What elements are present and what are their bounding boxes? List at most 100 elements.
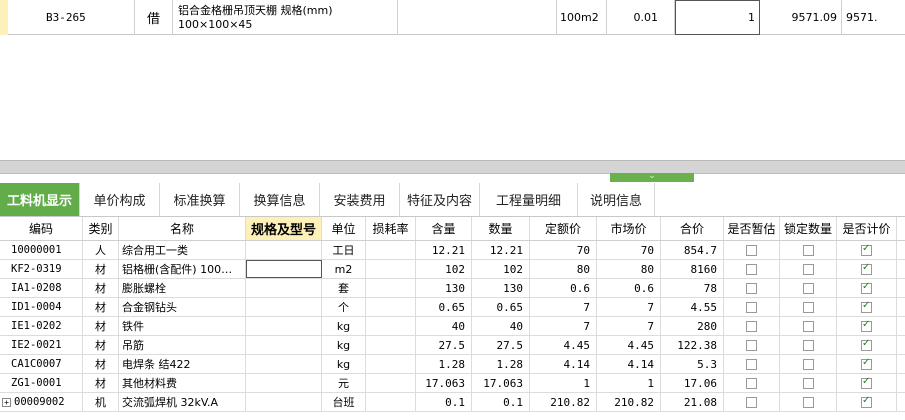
col-quota-price[interactable]: 7: [530, 298, 597, 316]
col-market-price[interactable]: 0.6: [597, 279, 661, 297]
col-spec-header[interactable]: 规格及型号: [246, 217, 322, 240]
col-name[interactable]: 电焊条 结422: [119, 355, 246, 373]
col-lock-qty[interactable]: [780, 260, 837, 278]
col-loss-rate[interactable]: [366, 317, 416, 335]
col-total[interactable]: 854.7: [661, 241, 724, 259]
table-row[interactable]: IE2-0021 材吊筋 kg 27.5 27.5 4.45 4.45 122.38: [0, 336, 905, 355]
col-quantity[interactable]: 0.1: [472, 393, 530, 411]
item-code[interactable]: B3-265: [8, 0, 135, 35]
checkbox-checked[interactable]: [861, 300, 872, 313]
col-is-estimate[interactable]: [724, 241, 780, 259]
col-content[interactable]: 130: [416, 279, 472, 297]
col-is-estimate-header[interactable]: 是否暂估: [724, 217, 780, 240]
col-spec[interactable]: [246, 393, 322, 411]
col-lock-qty[interactable]: [780, 241, 837, 259]
col-lock-qty[interactable]: [780, 317, 837, 335]
col-lock-qty[interactable]: [780, 298, 837, 316]
checkbox-unchecked[interactable]: [746, 263, 757, 275]
col-is-estimate[interactable]: [724, 260, 780, 278]
table-row[interactable]: ID1-0004 材合金钢钻头个 0.65 0.65 7 7 4.55: [0, 298, 905, 317]
col-extra-header[interactable]: 原: [897, 217, 905, 240]
col-content[interactable]: 12.21: [416, 241, 472, 259]
col-is-estimate[interactable]: [724, 336, 780, 354]
col-total-header[interactable]: 合价: [661, 217, 724, 240]
checkbox-unchecked[interactable]: [746, 358, 757, 370]
col-unit[interactable]: 台班: [322, 393, 366, 411]
col-spec[interactable]: [246, 355, 322, 373]
col-loss-rate[interactable]: [366, 298, 416, 316]
col-quantity[interactable]: 0.65: [472, 298, 530, 316]
item-qty[interactable]: 0.01: [607, 0, 675, 35]
col-category[interactable]: 材: [83, 298, 119, 316]
col-name[interactable]: 综合用工一类: [119, 241, 246, 259]
table-row[interactable]: 10000001 人综合用工一类 工日 12.21 12.21 70 70 854.7: [0, 241, 905, 260]
tab-1[interactable]: 单价构成: [80, 183, 160, 216]
item-name[interactable]: 铝合金格栅吊顶天棚 规格(mm) 100×100×45: [173, 0, 398, 35]
col-code[interactable]: IE1-0202: [0, 317, 83, 335]
col-content[interactable]: 0.65: [416, 298, 472, 316]
tab-3[interactable]: 换算信息: [240, 183, 320, 216]
col-code[interactable]: 10000001: [0, 241, 83, 259]
col-content[interactable]: 1.28: [416, 355, 472, 373]
checkbox-checked[interactable]: [861, 319, 872, 332]
col-total[interactable]: 78: [661, 279, 724, 297]
col-quota-price[interactable]: 1: [530, 374, 597, 392]
checkbox-checked[interactable]: [861, 376, 872, 389]
col-total[interactable]: 8160: [661, 260, 724, 278]
col-extra[interactable]: [897, 260, 905, 278]
col-unit[interactable]: 元: [322, 374, 366, 392]
col-category[interactable]: 材: [83, 374, 119, 392]
col-extra[interactable]: [897, 393, 905, 411]
col-loss-rate[interactable]: [366, 260, 416, 278]
col-extra[interactable]: [897, 317, 905, 335]
col-quantity[interactable]: 17.063: [472, 374, 530, 392]
col-is-estimate[interactable]: [724, 298, 780, 316]
checkbox-checked[interactable]: [861, 281, 872, 294]
checkbox-checked[interactable]: [861, 395, 872, 408]
tab-4[interactable]: 安装费用: [320, 183, 400, 216]
col-loss-rate[interactable]: [366, 374, 416, 392]
item-spec[interactable]: [398, 0, 557, 35]
col-code[interactable]: KF2-0319: [0, 260, 83, 278]
col-category[interactable]: 机: [83, 393, 119, 411]
col-market-price[interactable]: 80: [597, 260, 661, 278]
col-spec[interactable]: [246, 336, 322, 354]
col-quantity-header[interactable]: 数量: [472, 217, 530, 240]
col-is-estimate[interactable]: [724, 355, 780, 373]
col-quantity[interactable]: 102: [472, 260, 530, 278]
table-row[interactable]: CA1C0007 材电焊条 结422 kg 1.28 1.28 4.14 4.14 5.3: [0, 355, 905, 374]
col-market-price[interactable]: 1: [597, 374, 661, 392]
col-quota-price[interactable]: 4.14: [530, 355, 597, 373]
col-quota-price[interactable]: 80: [530, 260, 597, 278]
col-is-estimate[interactable]: [724, 393, 780, 411]
col-unit[interactable]: 套: [322, 279, 366, 297]
col-category[interactable]: 材: [83, 317, 119, 335]
tab-0[interactable]: 工料机显示: [0, 183, 80, 216]
col-code[interactable]: CA1C0007: [0, 355, 83, 373]
checkbox-unchecked[interactable]: [802, 320, 814, 332]
col-loss-rate[interactable]: [366, 336, 416, 354]
col-category[interactable]: 材: [83, 260, 119, 278]
col-quota-price[interactable]: 210.82: [530, 393, 597, 411]
col-is-priced[interactable]: [837, 374, 897, 392]
col-spec[interactable]: [246, 298, 322, 316]
col-unit[interactable]: 工日: [322, 241, 366, 259]
col-is-priced-header[interactable]: 是否计价: [837, 217, 897, 240]
col-spec[interactable]: [246, 260, 322, 278]
col-spec[interactable]: [246, 279, 322, 297]
col-content-header[interactable]: 含量: [416, 217, 472, 240]
col-code-header[interactable]: 编码: [0, 217, 83, 240]
col-total[interactable]: 4.55: [661, 298, 724, 316]
item-price[interactable]: 9571.09: [760, 0, 842, 35]
col-is-priced[interactable]: [837, 279, 897, 297]
col-code[interactable]: +00009002: [0, 393, 83, 411]
col-total[interactable]: 122.38: [661, 336, 724, 354]
col-quantity[interactable]: 12.21: [472, 241, 530, 259]
col-unit[interactable]: kg: [322, 336, 366, 354]
item-total[interactable]: 9571.: [842, 0, 905, 35]
item-unit[interactable]: 100m2: [557, 0, 607, 35]
col-loss-rate-header[interactable]: 损耗率: [366, 217, 416, 240]
item-row[interactable]: B3-265 借 铝合金格栅吊顶天棚 规格(mm) 100×100×45 100…: [0, 0, 905, 35]
col-category-header[interactable]: 类别: [83, 217, 119, 240]
col-code[interactable]: IE2-0021: [0, 336, 83, 354]
